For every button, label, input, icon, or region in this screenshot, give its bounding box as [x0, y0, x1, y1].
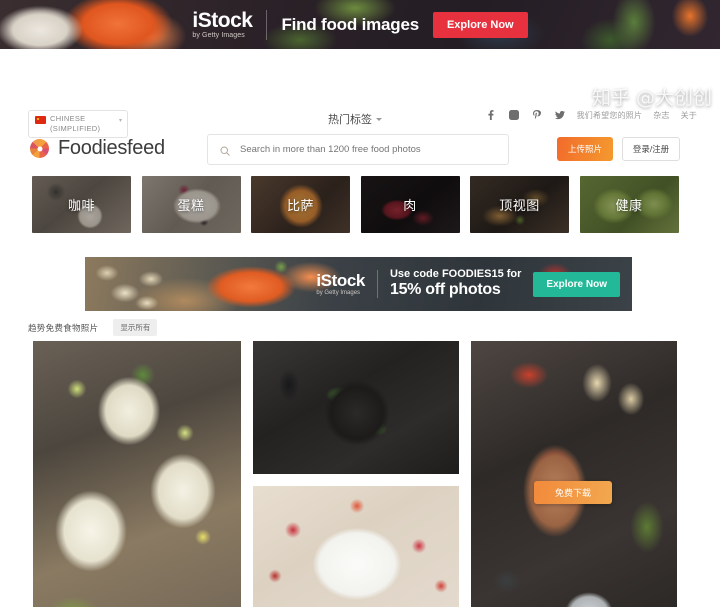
category-label: 咖啡: [67, 198, 95, 213]
photo-grid: 免费下载 维克托 · hanacek: [33, 341, 687, 607]
site-header: CHINESE (SIMPLIFIED) ▾ Foodiesfeed 热门标签 …: [0, 49, 720, 607]
category-label: 健康: [615, 198, 643, 213]
category-label: 比萨: [286, 198, 314, 213]
popular-tags-dropdown[interactable]: 热门标签: [328, 111, 382, 127]
category-tile-health[interactable]: 健康: [579, 176, 679, 233]
promo-line-2: 15% off photos: [389, 281, 501, 299]
photo-card-fried-egg[interactable]: [253, 341, 459, 474]
promo-text: Use code FOODIES15 for 15% off photos: [390, 268, 521, 299]
cn-flag-icon: [35, 116, 46, 124]
section-heading: 趋势免费食物照片 显示所有: [28, 319, 158, 336]
foodiesfeed-mark-icon: [30, 139, 49, 158]
twitter-icon[interactable]: [554, 109, 566, 121]
nav-link-about[interactable]: 关于: [681, 110, 697, 121]
grid-column-3: 免费下载 维克托 · hanacek: [471, 341, 677, 607]
category-label: 顶视图: [499, 198, 540, 213]
banner-headline: Find food images: [281, 14, 419, 34]
language-label: CHINESE (SIMPLIFIED): [50, 114, 101, 134]
istock-logo: iStock by Getty Images: [192, 9, 253, 39]
grid-column-1: [33, 341, 241, 607]
section-title: 趋势免费食物照片: [28, 322, 99, 333]
free-download-button[interactable]: 免费下载: [534, 481, 612, 504]
photo-card-berries[interactable]: [253, 485, 459, 607]
login-register-button[interactable]: 登录/注册: [622, 137, 680, 161]
photo-card-steak[interactable]: 免费下载 维克托 · hanacek: [471, 341, 677, 607]
banner-content: iStock by Getty Images Find food images …: [0, 0, 720, 49]
banner-explore-now-button[interactable]: Explore Now: [432, 11, 528, 38]
category-tiles: 咖啡 蛋糕 比萨 肉 顶视图 健康: [32, 176, 688, 233]
istock-logo-main: iStock: [316, 271, 365, 290]
category-label: 肉: [403, 198, 417, 213]
category-tile-cake[interactable]: 蛋糕: [141, 176, 241, 233]
pinterest-icon[interactable]: [531, 109, 543, 121]
upload-photo-button[interactable]: 上传照片: [557, 137, 613, 161]
facebook-icon[interactable]: [485, 109, 497, 121]
search-box[interactable]: [207, 134, 509, 165]
mid-banner-divider: [376, 270, 378, 298]
header-links-row: 我们希望您的照片 杂志 关于: [485, 109, 697, 121]
zhihu-watermark: 知乎 @大创创: [591, 87, 712, 109]
show-all-button[interactable]: 显示所有: [113, 319, 158, 336]
istock-top-banner[interactable]: iStock by Getty Images Find food images …: [0, 0, 720, 49]
category-tile-top-view[interactable]: 顶视图: [470, 176, 569, 233]
mid-banner-content: iStock by Getty Images Use code FOODIES1…: [85, 257, 632, 311]
search-input[interactable]: [240, 144, 497, 155]
category-tile-meat[interactable]: 肉: [360, 176, 460, 233]
language-selector[interactable]: CHINESE (SIMPLIFIED) ▾: [28, 110, 128, 139]
istock-logo-main: iStock: [192, 9, 253, 32]
nav-link-want-photos[interactable]: 我们希望您的照片: [577, 110, 643, 121]
category-label: 蛋糕: [177, 198, 205, 213]
istock-logo-sub: by Getty Images: [192, 32, 245, 39]
instagram-icon[interactable]: [508, 109, 520, 121]
search-icon: [219, 144, 231, 156]
grid-column-2: [253, 341, 459, 607]
chevron-down-icon: ▾: [118, 118, 122, 124]
photo-card-lemonade[interactable]: [33, 341, 241, 607]
chevron-down-icon: [376, 117, 382, 121]
istock-logo-sub: by Getty Images: [316, 290, 361, 296]
promo-line-1: Use code FOODIES15 for: [389, 268, 522, 281]
nav-link-magazine[interactable]: 杂志: [653, 110, 669, 121]
popular-tags-label: 热门标签: [328, 114, 372, 126]
site-logo[interactable]: Foodiesfeed: [30, 137, 165, 160]
banner-divider: [266, 9, 268, 40]
brand-name: Foodiesfeed: [58, 137, 165, 159]
istock-logo: iStock by Getty Images: [316, 272, 365, 296]
category-tile-pizza[interactable]: 比萨: [251, 176, 350, 233]
mid-banner-explore-now-button[interactable]: Explore Now: [533, 271, 620, 297]
category-tile-coffee[interactable]: 咖啡: [32, 176, 131, 233]
istock-mid-banner[interactable]: iStock by Getty Images Use code FOODIES1…: [85, 257, 632, 311]
